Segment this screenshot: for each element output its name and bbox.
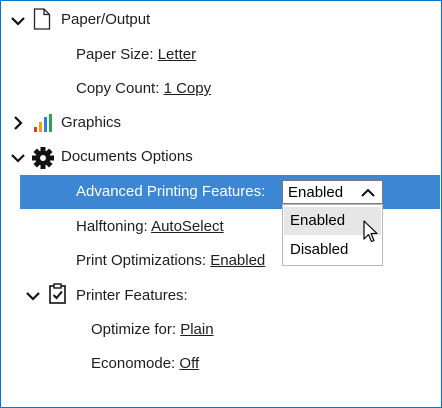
chevron-up-icon[interactable] — [360, 186, 376, 200]
gear-icon — [32, 147, 54, 169]
advanced-printing-combobox[interactable]: Enabled — [282, 180, 383, 204]
tree-item-graphics[interactable]: Graphics — [61, 113, 121, 133]
optimize-for-label[interactable]: Optimize for: Plain — [91, 320, 214, 340]
halftoning-value[interactable]: AutoSelect — [151, 218, 224, 235]
chevron-down-icon[interactable] — [8, 11, 28, 31]
economode-value[interactable]: Off — [179, 355, 199, 372]
advanced-printing-features-label[interactable]: Advanced Printing Features: — [76, 182, 265, 202]
tree-item-printer-features[interactable]: Printer Features: — [76, 286, 188, 306]
printer-settings-tree: Paper/Output Paper Size: Letter Copy Cou… — [0, 0, 442, 408]
checklist-icon — [49, 283, 66, 304]
chevron-down-icon[interactable] — [23, 286, 43, 306]
tree-item-documents-options[interactable]: Documents Options — [61, 147, 193, 167]
copy-count-value[interactable]: 1 Copy — [164, 80, 212, 97]
paper-size-name: Paper Size: — [76, 46, 154, 63]
chevron-down-icon[interactable] — [8, 148, 28, 168]
tree-item-paper-output[interactable]: Paper/Output — [61, 10, 150, 30]
optimize-for-value[interactable]: Plain — [180, 321, 213, 338]
paper-size-value[interactable]: Letter — [158, 46, 196, 63]
print-optimizations-name: Print Optimizations: — [76, 252, 207, 269]
combobox-value: Enabled — [288, 184, 344, 201]
paper-size-label[interactable]: Paper Size: Letter — [76, 45, 196, 65]
copy-count-label[interactable]: Copy Count: 1 Copy — [76, 79, 211, 99]
mouse-pointer-icon — [363, 220, 378, 243]
optimize-for-name: Optimize for: — [91, 321, 177, 338]
halftoning-name: Halftoning: — [76, 218, 148, 235]
copy-count-name: Copy Count: — [76, 80, 160, 97]
chevron-right-icon[interactable] — [8, 113, 28, 133]
economode-name: Economode: — [91, 355, 176, 372]
print-optimizations-label[interactable]: Print Optimizations: Enabled — [76, 251, 265, 271]
halftoning-label[interactable]: Halftoning: AutoSelect — [76, 217, 224, 237]
economode-label[interactable]: Economode: Off — [91, 354, 199, 374]
document-icon — [33, 8, 51, 30]
print-optimizations-value[interactable]: Enabled — [210, 252, 265, 269]
bar-chart-icon — [34, 114, 52, 132]
